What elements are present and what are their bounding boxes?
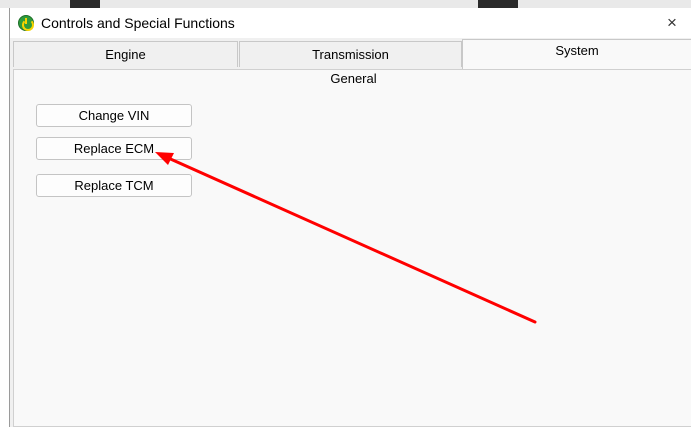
group-label-general: General — [330, 71, 377, 86]
tab-transmission[interactable]: Transmission — [239, 41, 462, 67]
app-power-icon — [18, 15, 34, 31]
background-fragment — [478, 0, 518, 8]
dialog-window: Controls and Special Functions × Engine … — [9, 8, 691, 427]
change-vin-button[interactable]: Change VIN — [36, 104, 192, 127]
tab-system[interactable]: System — [462, 39, 691, 69]
tab-strip: Engine Transmission System — [10, 38, 691, 70]
close-button[interactable]: × — [662, 12, 682, 34]
background-fragment — [70, 0, 100, 8]
replace-ecm-button[interactable]: Replace ECM — [36, 137, 192, 160]
tab-engine[interactable]: Engine — [13, 41, 238, 67]
replace-tcm-button[interactable]: Replace TCM — [36, 174, 192, 197]
system-panel: General Change VIN Replace ECM Replace T… — [13, 69, 691, 427]
title-bar: Controls and Special Functions × — [10, 8, 691, 38]
background-strip — [0, 0, 691, 8]
window-title: Controls and Special Functions — [41, 15, 235, 31]
